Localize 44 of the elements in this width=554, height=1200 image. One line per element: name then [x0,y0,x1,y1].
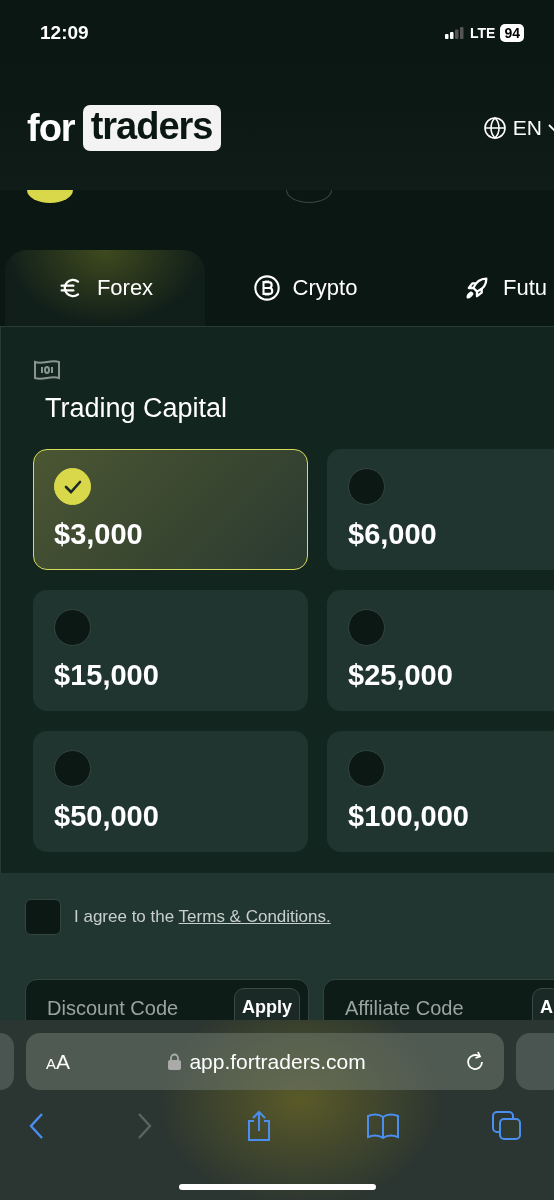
agreement-text: I agree to the Terms & Conditions. [74,907,331,927]
asset-tab[interactable]: Forex [5,250,205,326]
code-input[interactable]: Discount Code [45,996,234,1020]
network-type: LTE [470,25,496,41]
capital-option[interactable]: $3,000 [33,449,308,570]
book-icon[interactable] [365,1112,400,1140]
capital-option[interactable]: $100,000 [327,731,554,852]
asset-tab[interactable]: Futu [405,250,554,326]
radio-button[interactable] [348,609,385,646]
reload-icon[interactable] [464,1050,486,1073]
capital-option[interactable]: $6,000 [327,449,554,570]
code-field[interactable]: Discount Code Apply [25,979,309,1020]
capital-option[interactable]: $15,000 [33,590,308,711]
share-icon[interactable] [245,1110,273,1142]
checkbox[interactable] [25,899,61,935]
logo-text: for [27,106,75,150]
banknote-icon [33,359,61,381]
url-text: app.fortraders.com [189,1049,366,1074]
radio-button[interactable] [54,609,91,646]
code-field[interactable]: Affiliate Code A [323,979,554,1020]
text-size-button[interactable]: AA [46,1049,71,1074]
capital-option[interactable]: $25,000 [327,590,554,711]
radio-button[interactable] [54,750,91,787]
address-bar[interactable]: AA app.fortraders.com [26,1033,504,1090]
radio-button[interactable] [348,468,385,505]
bitcoin-icon [252,274,281,302]
apply-button[interactable]: A [532,988,554,1020]
capital-option[interactable]: $50,000 [33,731,308,852]
signal-icon [445,27,465,39]
tabs-icon[interactable] [492,1111,522,1141]
apply-button[interactable]: Apply [234,988,300,1020]
asset-tab[interactable]: Crypto [205,250,405,326]
language-selector[interactable]: EN [512,116,542,140]
logo-badge: traders [82,105,221,151]
battery-level: 94 [500,24,524,42]
check-icon [63,479,82,494]
section-title: Trading Capital [45,393,229,424]
clock: 12:09 [40,22,90,44]
radio-button[interactable] [348,750,385,787]
terms-link[interactable]: Terms & Conditions. [178,907,331,926]
code-input[interactable]: Affiliate Code [343,996,532,1020]
back-icon[interactable] [28,1112,44,1140]
globe-icon[interactable] [482,116,507,140]
lock-icon [168,1053,182,1070]
